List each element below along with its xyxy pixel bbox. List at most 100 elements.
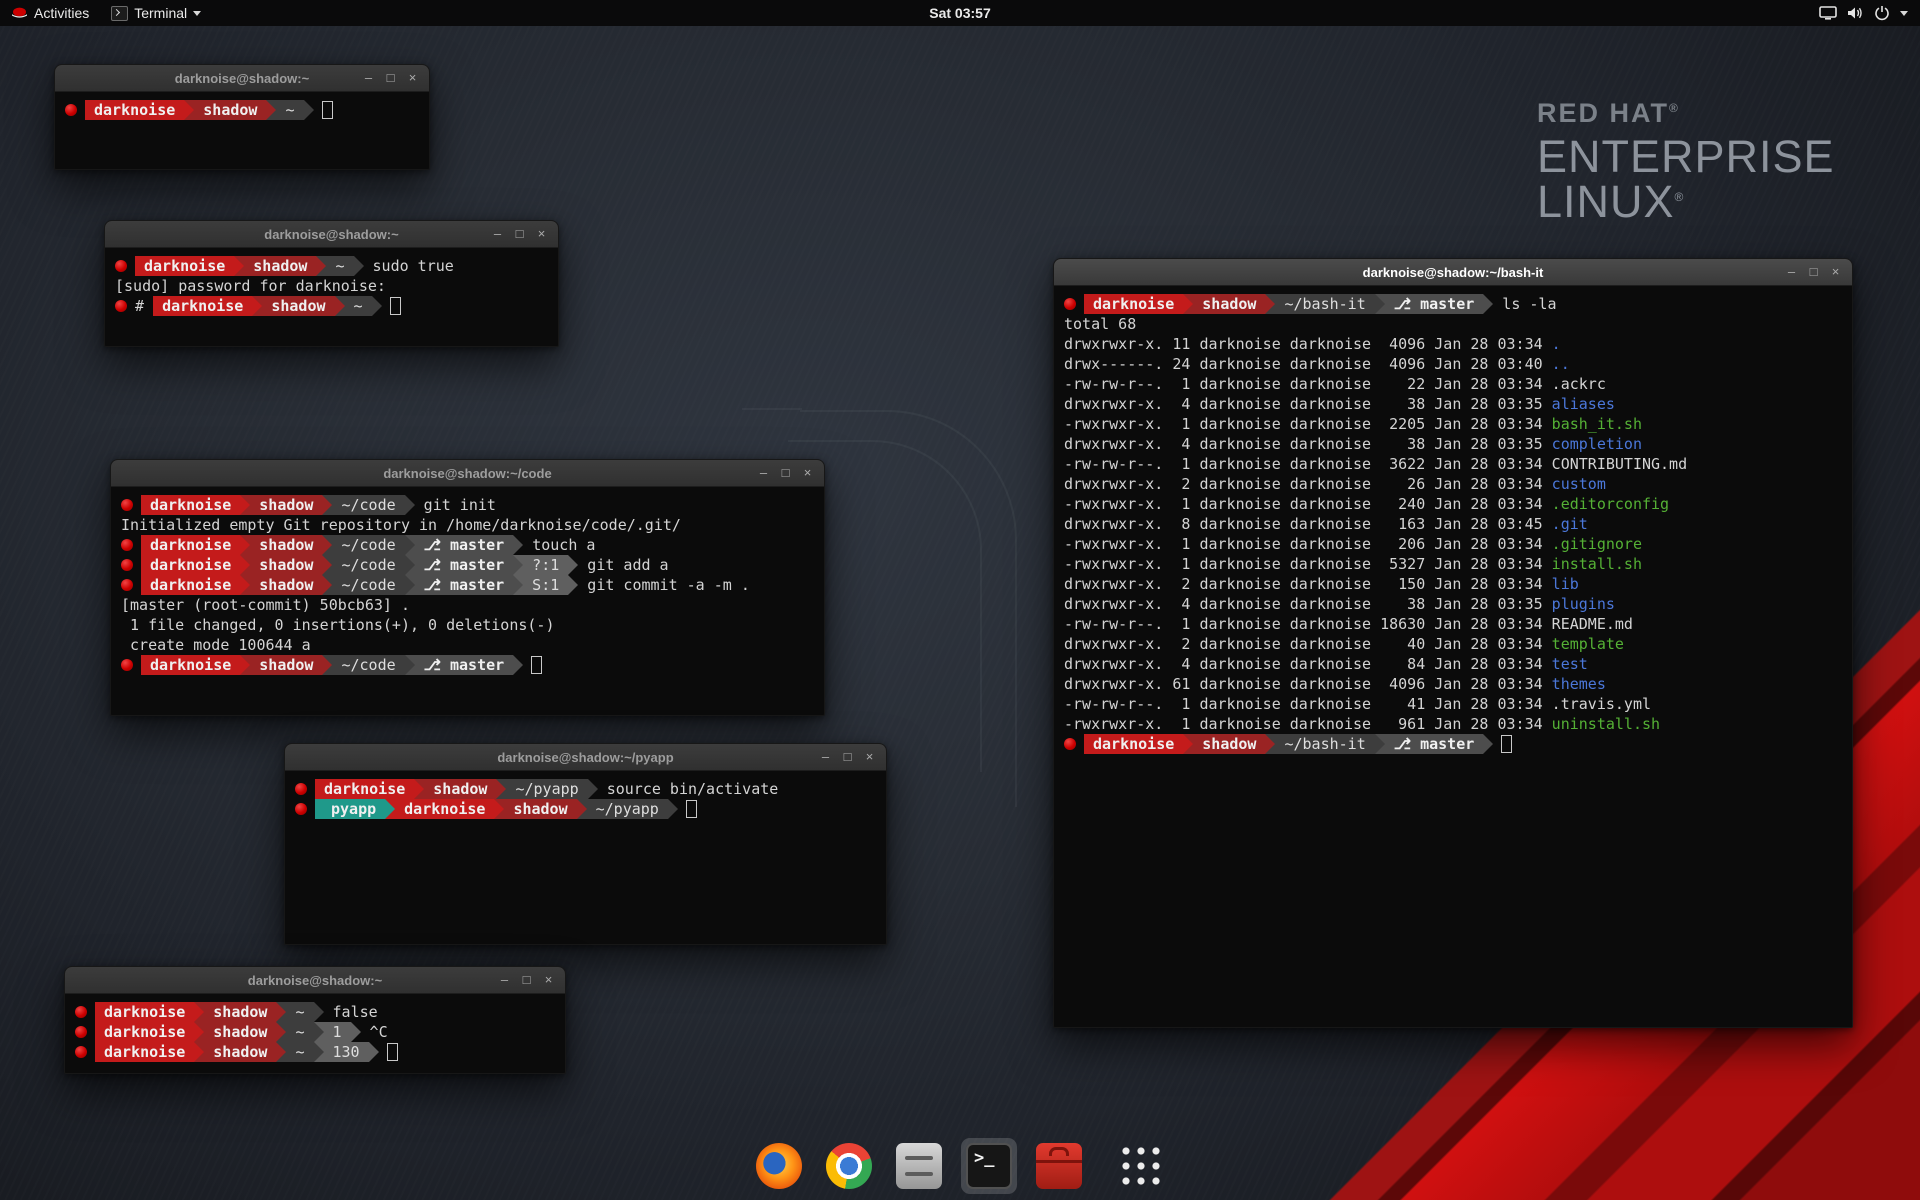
prompt-host-segment: shadow [250, 535, 322, 555]
terminal-icon: >_ [966, 1143, 1012, 1189]
prompt-host-segment: shadow [424, 779, 496, 799]
terminal-line: darknoiseshadow~/code git init [121, 495, 814, 515]
powerline-arrow [184, 100, 194, 120]
terminal-text: install.sh [1552, 554, 1642, 574]
close-button[interactable]: × [532, 225, 551, 243]
terminal-text: -rw-rw-r--. 1 darknoise darknoise 22 Jan… [1064, 374, 1606, 394]
dock-item-toolbox[interactable] [1031, 1138, 1087, 1194]
terminal-line: [master (root-commit) 50bcb63] . [121, 595, 814, 615]
maximize-button[interactable]: □ [1804, 263, 1823, 281]
dock-item-terminal[interactable]: >_ [961, 1138, 1017, 1194]
prompt-path-segment: ~ [286, 1022, 313, 1042]
minimize-button[interactable]: – [359, 69, 378, 87]
clock[interactable]: Sat 03:57 [929, 5, 990, 21]
minimize-button[interactable]: – [495, 971, 514, 989]
terminal-text: Initialized empty Git repository in /hom… [121, 515, 681, 535]
dock-item-appgrid[interactable] [1113, 1138, 1169, 1194]
minimize-button[interactable]: – [754, 464, 773, 482]
terminal-content[interactable]: darknoiseshadow~/code git initInitialize… [111, 487, 824, 716]
window-titlebar[interactable]: darknoise@shadow:~/pyapp–□× [285, 744, 886, 771]
terminal-text: drwxrwxr-x. 61 darknoise darknoise 4096 … [1064, 674, 1552, 694]
minimize-button[interactable]: – [488, 225, 507, 243]
powerline-arrow [513, 655, 523, 675]
close-button[interactable]: × [1826, 263, 1845, 281]
window-titlebar[interactable]: darknoise@shadow:~ –□× [105, 221, 558, 248]
dock: >_ [751, 1138, 1169, 1194]
prompt-user-segment: darknoise [153, 296, 252, 316]
system-status-area[interactable] [1807, 0, 1920, 26]
maximize-button[interactable]: □ [381, 69, 400, 87]
terminal-line: darknoiseshadow~1 ^C [75, 1022, 555, 1042]
redhat-prompt-icon [121, 539, 133, 551]
terminal-line: -rwxrwxr-x. 1 darknoise darknoise 5327 J… [1064, 554, 1842, 574]
powerline-arrow [276, 1002, 286, 1022]
terminal-line: Initialized empty Git repository in /hom… [121, 515, 814, 535]
terminal-line: darknoiseshadow~/code⎇ master?:1 git add… [121, 555, 814, 575]
powerline-arrow [335, 296, 345, 316]
prompt-host-segment: shadow [250, 555, 322, 575]
close-button[interactable]: × [539, 971, 558, 989]
redhat-prompt-icon [75, 1046, 87, 1058]
terminal-text: drwxrwxr-x. 2 darknoise darknoise 26 Jan… [1064, 474, 1552, 494]
redhat-prompt-icon [115, 260, 127, 272]
app-menu-terminal[interactable]: Terminal [100, 0, 212, 26]
window-titlebar[interactable]: darknoise@shadow:~/bash-it–□× [1054, 259, 1852, 286]
terminal-content[interactable]: darknoiseshadow~/bash-it⎇ master ls -lat… [1054, 286, 1852, 1028]
window-titlebar[interactable]: darknoise@shadow:~–□× [65, 967, 565, 994]
terminal-text: aliases [1552, 394, 1615, 414]
window-controls: –□× [488, 221, 551, 247]
terminal-line: drwxrwxr-x. 2 darknoise darknoise 40 Jan… [1064, 634, 1842, 654]
files-icon [896, 1143, 942, 1189]
git-branch-segment: ⎇ master [415, 655, 514, 675]
powerline-arrow [234, 256, 244, 276]
prompt-user-segment: darknoise [1084, 294, 1183, 314]
powerline-arrow [194, 1042, 204, 1062]
close-button[interactable]: × [403, 69, 422, 87]
terminal-line: drwxrwxr-x. 4 darknoise darknoise 38 Jan… [1064, 594, 1842, 614]
terminal-line: create mode 100644 a [121, 635, 814, 655]
maximize-button[interactable]: □ [776, 464, 795, 482]
terminal-cursor [390, 297, 401, 315]
desktop[interactable]: RED HAT® ENTERPRISE LINUX® darknoise@sha… [0, 0, 1920, 1200]
minimize-button[interactable]: – [816, 748, 835, 766]
terminal-text: test [1552, 654, 1588, 674]
powerline-arrow [316, 256, 326, 276]
window-titlebar[interactable]: darknoise@shadow:~ –□× [55, 65, 429, 92]
status-segment: 130 [324, 1042, 369, 1062]
terminal-text: total 68 [1064, 314, 1136, 334]
prompt-path-segment: ~/bash-it [1275, 734, 1374, 754]
minimize-button[interactable]: – [1782, 263, 1801, 281]
dock-item-chrome[interactable] [821, 1138, 877, 1194]
powerline-arrow [1183, 294, 1193, 314]
close-button[interactable]: × [860, 748, 879, 766]
prompt-user-segment: darknoise [135, 256, 234, 276]
window-title: darknoise@shadow:~ [264, 227, 398, 242]
powerline-arrow [414, 779, 424, 799]
prompt-path-segment: ~/bash-it [1275, 294, 1374, 314]
window-title: darknoise@shadow:~ [175, 71, 309, 86]
terminal-text: bash_it.sh [1552, 414, 1642, 434]
terminal-window-term-sudo: darknoise@shadow:~–□×darknoiseshadow~ su… [104, 220, 559, 347]
dock-item-files[interactable] [891, 1138, 947, 1194]
terminal-text: source bin/activate [598, 779, 779, 799]
maximize-button[interactable]: □ [510, 225, 529, 243]
terminal-line: darknoiseshadow~130 [75, 1042, 555, 1062]
powerline-arrow [513, 535, 523, 555]
terminal-content[interactable]: darknoiseshadow~ falsedarknoiseshadow~1 … [65, 994, 565, 1074]
powerline-arrow [240, 575, 250, 595]
maximize-button[interactable]: □ [838, 748, 857, 766]
terminal-window-term-code: darknoise@shadow:~/code–□×darknoiseshado… [110, 459, 825, 716]
terminal-content[interactable]: darknoiseshadow~ sudo true[sudo] passwor… [105, 248, 558, 347]
close-button[interactable]: × [798, 464, 817, 482]
terminal-content[interactable]: darknoiseshadow~/pyapp source bin/activa… [285, 771, 886, 945]
terminal-text: drwxrwxr-x. 4 darknoise darknoise 38 Jan… [1064, 394, 1552, 414]
dock-item-firefox[interactable] [751, 1138, 807, 1194]
activities-button[interactable]: Activities [0, 0, 100, 26]
maximize-button[interactable]: □ [517, 971, 536, 989]
terminal-text: .gitignore [1552, 534, 1642, 554]
window-titlebar[interactable]: darknoise@shadow:~/code–□× [111, 460, 824, 487]
terminal-content[interactable]: darknoiseshadow~ [55, 92, 429, 170]
terminal-line: [sudo] password for darknoise: [115, 276, 548, 296]
powerline-arrow [322, 535, 332, 555]
brand-enterprise: ENTERPRISE [1537, 134, 1835, 180]
